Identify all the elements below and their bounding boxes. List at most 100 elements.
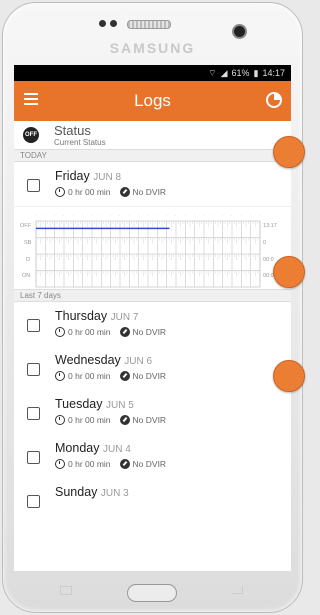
hours-text: 0 hr 00 min: [68, 327, 111, 337]
log-day-today[interactable]: Friday JUN 8 0 hr 00 min No DVIR: [14, 162, 291, 206]
svg-text:·: ·: [100, 213, 101, 218]
floating-action-button[interactable]: [273, 256, 305, 288]
svg-text:·: ·: [119, 213, 120, 218]
section-header-today: TODAY: [14, 149, 291, 162]
status-subtitle: Current Status: [54, 138, 106, 147]
svg-text:·: ·: [147, 213, 148, 218]
day-name: Thursday: [55, 309, 108, 323]
status-badge: OFF: [23, 127, 39, 143]
dvir-text: No DVIR: [132, 371, 167, 381]
svg-text:·: ·: [184, 213, 185, 218]
app-screen: ⌔ ◢ 61% ▮ 14:17 Logs OFF Status Current …: [14, 65, 291, 571]
hours-text: 0 hr 00 min: [68, 459, 111, 469]
svg-text:·: ·: [231, 213, 232, 218]
status-title: Status: [54, 123, 91, 138]
day-name: Tuesday: [55, 397, 103, 411]
svg-text:·: ·: [35, 213, 36, 218]
graph-row-label-off: OFF: [20, 223, 31, 229]
day-date: JUN 7: [110, 312, 139, 323]
hours-text: 0 hr 00 min: [68, 415, 111, 425]
graph-row-label-on: ON: [22, 273, 31, 279]
day-name: Monday: [55, 441, 100, 455]
page-title: Logs: [134, 91, 171, 110]
dvir-text: No DVIR: [132, 327, 167, 337]
log-day-item[interactable]: Thursday JUN 7 0 hr 00 min No DVIR: [14, 302, 291, 346]
hours-text: 0 hr 00 min: [68, 187, 111, 197]
current-status-row[interactable]: OFF Status Current Status: [14, 121, 291, 149]
battery-percent: 61%: [231, 68, 250, 78]
clock-icon: [55, 459, 65, 469]
recent-apps-icon[interactable]: [60, 586, 72, 595]
day-date: JUN 4: [102, 444, 131, 455]
log-day-item[interactable]: Tuesday JUN 5 0 hr 00 min No DVIR: [14, 390, 291, 434]
graph-total-d: 00:0: [263, 257, 274, 263]
brand-logo: SAMSUNG: [109, 40, 196, 56]
svg-text:·: ·: [110, 213, 111, 218]
dvir-text: No DVIR: [132, 187, 167, 197]
graph-total-sb: 0: [263, 240, 267, 246]
hours-text: 0 hr 00 min: [68, 371, 111, 381]
battery-icon: ▮: [253, 67, 259, 78]
sensor-dot: [99, 20, 106, 27]
svg-text:·: ·: [240, 213, 241, 218]
graph-total-off: 13:17: [263, 223, 277, 229]
day-date: JUN 3: [100, 488, 129, 499]
svg-text:·: ·: [138, 213, 139, 218]
svg-text:·: ·: [222, 213, 223, 218]
dvir-text: No DVIR: [132, 415, 167, 425]
day-checkbox[interactable]: [27, 319, 40, 332]
clock-time: 14:17: [262, 68, 285, 78]
day-name: Sunday: [55, 485, 98, 499]
status-bar: ⌔ ◢ 61% ▮ 14:17: [14, 65, 291, 81]
day-checkbox[interactable]: [27, 495, 40, 508]
home-button[interactable]: [127, 584, 177, 602]
day-checkbox[interactable]: [27, 407, 40, 420]
front-camera: [232, 24, 247, 39]
dvir-icon: [119, 327, 130, 337]
back-icon[interactable]: [232, 586, 243, 594]
clock-icon: [55, 371, 65, 381]
day-date: JUN 8: [93, 172, 122, 183]
dvir-icon: [119, 371, 130, 381]
speaker-grille: [127, 20, 171, 29]
svg-text:·: ·: [194, 213, 195, 218]
floating-action-button[interactable]: [273, 136, 305, 168]
svg-text:·: ·: [203, 213, 204, 218]
clock-icon: [55, 187, 65, 197]
dvir-text: No DVIR: [132, 459, 167, 469]
earpiece: [99, 17, 189, 35]
floating-action-button[interactable]: [273, 360, 305, 392]
log-day-item[interactable]: Monday JUN 4 0 hr 00 min No DVIR: [14, 434, 291, 478]
signal-icon: ◢: [220, 67, 228, 78]
day-name: Wednesday: [55, 353, 121, 367]
svg-text:·: ·: [82, 213, 83, 218]
svg-text:·: ·: [91, 213, 92, 218]
log-day-item[interactable]: Sunday JUN 3: [14, 478, 291, 522]
duty-status-graph[interactable]: · · · · · · · · · · · · · · · · · · · · · · · · · OFF SB D ON 13…: [14, 206, 291, 289]
svg-text:·: ·: [250, 213, 251, 218]
dvir-icon: [119, 187, 130, 197]
dvir-icon: [119, 415, 130, 425]
svg-text:·: ·: [175, 213, 176, 218]
clock-icon: [55, 415, 65, 425]
dvir-icon: [119, 459, 130, 469]
day-checkbox[interactable]: [27, 451, 40, 464]
svg-text:·: ·: [54, 213, 55, 218]
svg-text:·: ·: [259, 213, 260, 218]
svg-text:·: ·: [156, 213, 157, 218]
section-header-last-7-days: Last 7 days: [14, 289, 291, 302]
app-bar: Logs: [14, 81, 291, 121]
pie-chart-icon[interactable]: [266, 92, 282, 108]
day-list: Thursday JUN 7 0 hr 00 min No DVIR Wednes…: [14, 302, 291, 522]
svg-text:·: ·: [44, 213, 45, 218]
svg-text:·: ·: [63, 213, 64, 218]
svg-text:·: ·: [212, 213, 213, 218]
day-date: JUN 5: [105, 400, 134, 411]
day-checkbox[interactable]: [27, 363, 40, 376]
log-day-item[interactable]: Wednesday JUN 6 0 hr 00 min No DVIR: [14, 346, 291, 390]
day-checkbox[interactable]: [27, 179, 40, 192]
svg-text:·: ·: [166, 213, 167, 218]
svg-text:·: ·: [128, 213, 129, 218]
wifi-icon: ⌔: [208, 67, 217, 78]
graph-row-label-d: D: [26, 257, 30, 263]
